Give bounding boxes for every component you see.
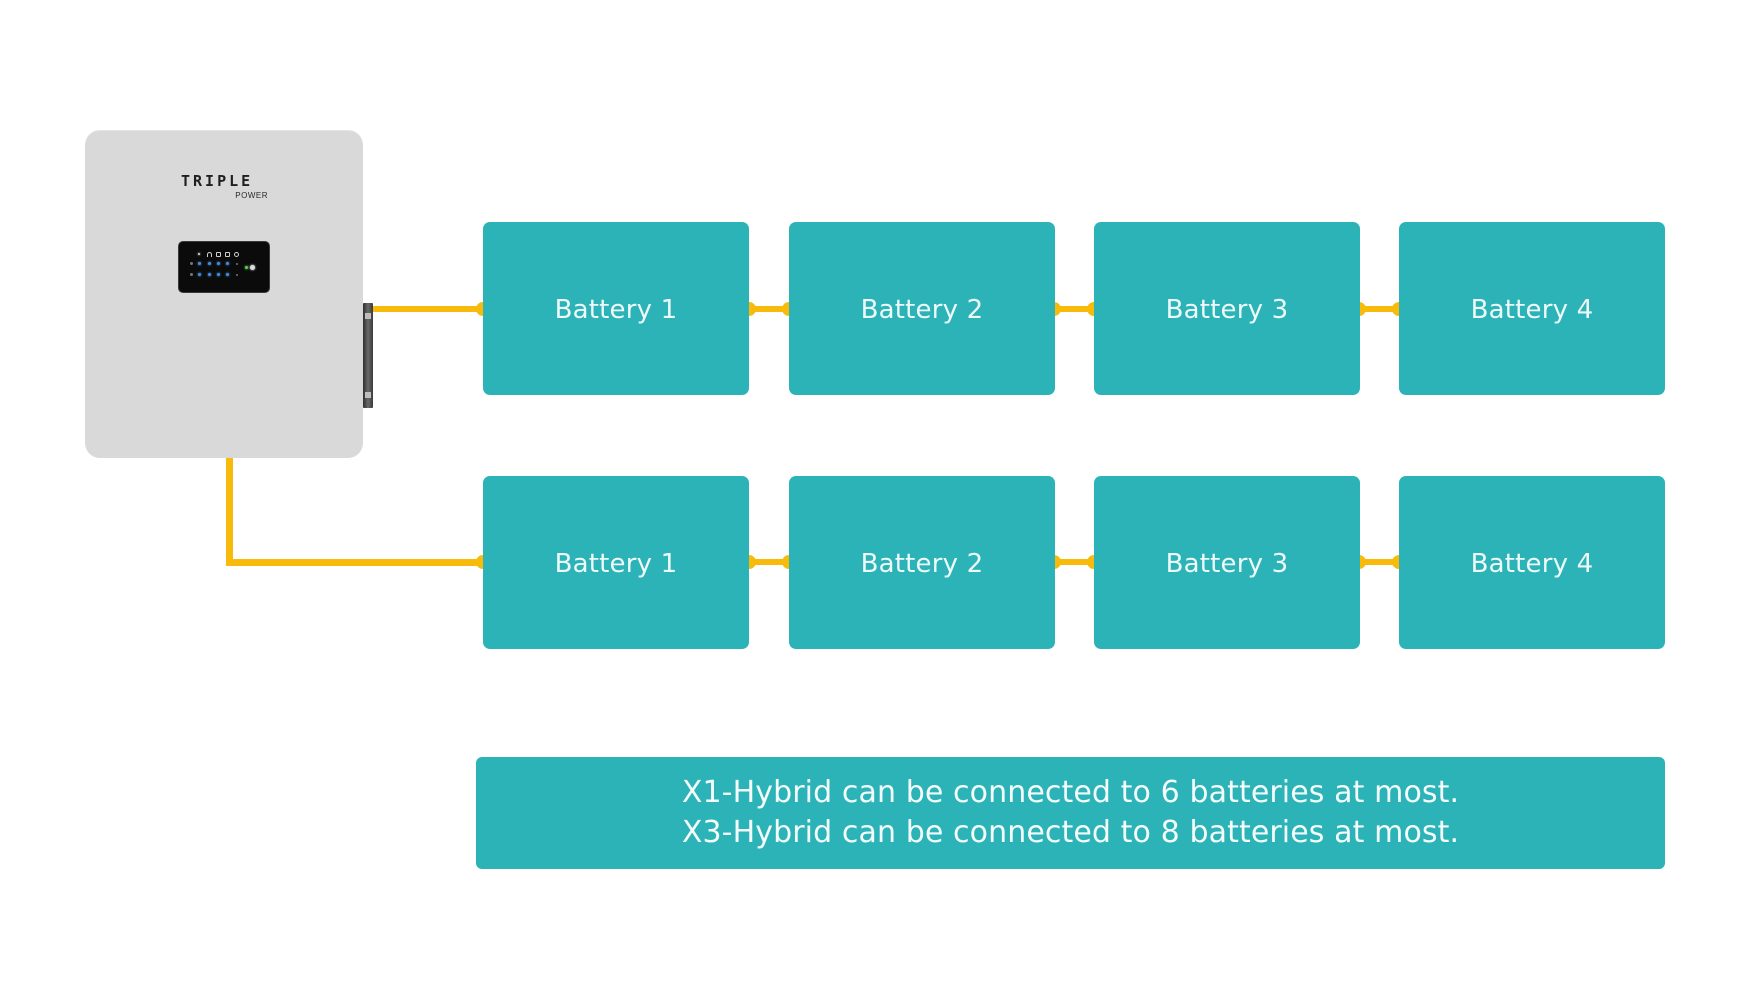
cable-inverter-to-row1 (373, 306, 483, 312)
power-button-icon (250, 265, 255, 270)
battery-row1-1: Battery 1 (483, 222, 749, 395)
status-led (217, 273, 220, 276)
battery-row1-2: Battery 2 (789, 222, 1055, 395)
status-led (217, 262, 220, 265)
status-led (198, 273, 201, 276)
battery-row2-2: Battery 2 (789, 476, 1055, 649)
status-led (226, 262, 229, 265)
battery-row2-4: Battery 4 (1399, 476, 1665, 649)
inverter: TRIPLE POWER (85, 130, 363, 458)
brand-logo-subtitle: POWER (235, 191, 268, 200)
note-line-x3: X3-Hybrid can be connected to 8 batterie… (681, 815, 1460, 850)
battery-label: Battery 3 (1165, 548, 1289, 579)
status-led (236, 263, 238, 265)
status-icon (207, 252, 212, 257)
status-icon (225, 252, 230, 257)
inverter-status-panel (179, 242, 269, 292)
battery-row1-4: Battery 4 (1399, 222, 1665, 395)
status-led (190, 273, 193, 276)
battery-label: Battery 1 (554, 548, 678, 579)
battery-label: Battery 2 (860, 294, 984, 325)
cable-inverter-to-row2 (226, 559, 483, 566)
status-led (190, 262, 193, 265)
battery-row2-1: Battery 1 (483, 476, 749, 649)
battery-row2-3: Battery 3 (1094, 476, 1360, 649)
brand-logo: TRIPLE (181, 172, 254, 190)
battery-label: Battery 1 (554, 294, 678, 325)
battery-label: Battery 4 (1470, 294, 1594, 325)
status-icon (234, 252, 239, 257)
battery-limit-note: X1-Hybrid can be connected to 6 batterie… (476, 757, 1665, 869)
battery-label: Battery 3 (1165, 294, 1289, 325)
battery-connection-diagram: TRIPLE POWER Battery 1 Battery 2 Battery… (0, 0, 1750, 1000)
status-icon (198, 253, 200, 255)
battery-label: Battery 4 (1470, 548, 1594, 579)
battery-label: Battery 2 (860, 548, 984, 579)
power-led (245, 266, 248, 269)
cable-inverter-down (226, 458, 233, 565)
status-led (208, 262, 211, 265)
status-led (226, 273, 229, 276)
status-icon (216, 252, 221, 257)
inverter-battery-port (363, 303, 373, 408)
battery-row1-3: Battery 3 (1094, 222, 1360, 395)
status-led (208, 273, 211, 276)
note-line-x1: X1-Hybrid can be connected to 6 batterie… (681, 775, 1460, 810)
status-led (198, 262, 201, 265)
status-led (236, 274, 238, 276)
